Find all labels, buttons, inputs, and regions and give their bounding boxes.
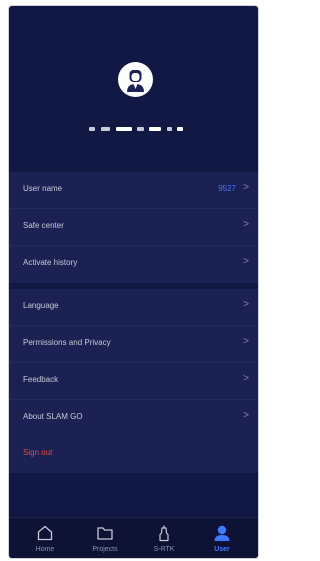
tab-user[interactable]: User — [192, 518, 252, 558]
rtk-device-icon — [159, 525, 169, 542]
person-avatar-icon — [127, 70, 144, 92]
username-value: 9527 — [218, 184, 236, 193]
avatar[interactable] — [118, 62, 153, 97]
chevron-right-icon: > — [243, 256, 249, 267]
about-row[interactable]: About SLAM GO > — [9, 400, 258, 437]
account-section: User name 9527 > Safe center > Activate … — [9, 172, 258, 283]
chevron-right-icon: > — [243, 219, 249, 230]
safe-center-row[interactable]: Safe center > — [9, 209, 258, 246]
sign-out-label: Sign out — [23, 448, 53, 457]
username-row[interactable]: User name 9527 > — [9, 172, 258, 209]
row-label: Feedback — [23, 375, 59, 384]
tab-label: S-RTK — [153, 546, 175, 553]
masked-username — [89, 125, 183, 133]
activate-history-row[interactable]: Activate history > — [9, 246, 258, 283]
chevron-right-icon: > — [243, 336, 249, 347]
feedback-row[interactable]: Feedback > — [9, 363, 258, 400]
sign-out-button[interactable]: Sign out — [9, 436, 258, 473]
row-label: Safe center — [23, 221, 64, 230]
row-label: Permissions and Privacy — [23, 338, 111, 347]
tab-s-rtk[interactable]: S-RTK — [134, 518, 194, 558]
user-icon — [214, 525, 230, 541]
row-label: Activate history — [23, 258, 78, 267]
permissions-privacy-row[interactable]: Permissions and Privacy > — [9, 326, 258, 363]
bottom-tab-bar: Home Projects S-RTK User — [9, 517, 258, 558]
home-icon — [37, 525, 53, 541]
row-label: User name — [23, 184, 63, 193]
folder-icon — [97, 527, 113, 540]
tab-label: User — [214, 546, 230, 553]
profile-header — [9, 6, 258, 172]
row-label: About SLAM GO — [23, 412, 83, 421]
signout-section: Sign out — [9, 436, 258, 473]
tab-projects[interactable]: Projects — [75, 518, 135, 558]
app-screen: User name 9527 > Safe center > Activate … — [8, 5, 259, 559]
chevron-right-icon: > — [243, 299, 249, 310]
settings-section: Language > Permissions and Privacy > Fee… — [9, 289, 258, 437]
tab-home[interactable]: Home — [15, 518, 75, 558]
chevron-right-icon: > — [243, 410, 249, 421]
row-label: Language — [23, 301, 59, 310]
tab-label: Home — [35, 546, 55, 553]
tab-label: Projects — [92, 546, 118, 553]
chevron-right-icon: > — [243, 373, 249, 384]
language-row[interactable]: Language > — [9, 289, 258, 326]
chevron-right-icon: > — [243, 182, 249, 193]
